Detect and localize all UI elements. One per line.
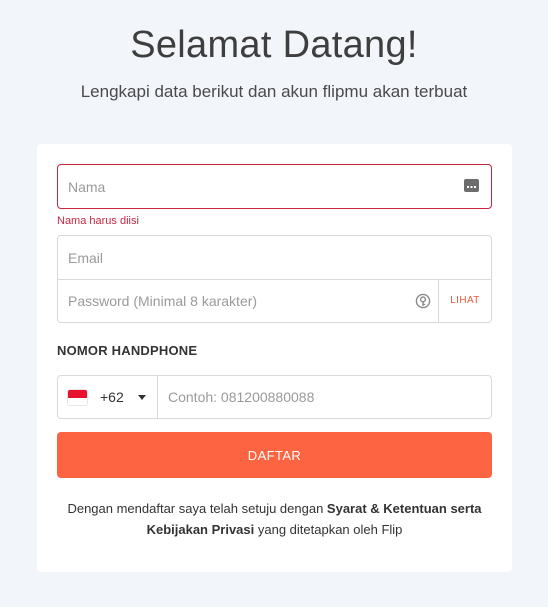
country-code-select[interactable]: +62 (57, 375, 158, 419)
email-input[interactable] (58, 236, 491, 279)
page-subtitle: Lengkapi data berikut dan akun flipmu ak… (80, 82, 468, 101)
name-input[interactable] (58, 165, 491, 208)
name-field (57, 164, 492, 209)
page-title: Selamat Datang! (130, 24, 418, 66)
country-code-value: +62 (100, 389, 124, 405)
phone-input[interactable] (158, 376, 491, 418)
key-icon (415, 293, 431, 309)
name-error-message: Nama harus diisi (57, 215, 139, 227)
email-field (57, 235, 492, 280)
password-input[interactable] (58, 280, 418, 322)
terms-suffix: yang ditetapkan oleh Flip (254, 522, 403, 537)
chevron-down-icon (138, 395, 146, 400)
password-field: LIHAT (57, 279, 492, 323)
register-button[interactable]: DAFTAR (57, 432, 492, 478)
terms-link[interactable]: Syarat & Ketentuan (327, 501, 447, 516)
terms-connector: serta (446, 501, 482, 516)
terms-text: Dengan mendaftar saya telah setuju denga… (57, 498, 492, 540)
privacy-link[interactable]: Kebijakan Privasi (147, 522, 255, 537)
registration-card: Nama harus diisi LIHAT NOMOR HANDPHONE +… (37, 144, 512, 572)
terms-prefix: Dengan mendaftar saya telah setuju denga… (67, 501, 327, 516)
id-card-icon (464, 179, 479, 192)
show-password-button[interactable]: LIHAT (438, 280, 491, 322)
phone-section-heading: NOMOR HANDPHONE (57, 343, 198, 358)
phone-field (157, 375, 492, 419)
indonesia-flag-icon (68, 390, 87, 405)
